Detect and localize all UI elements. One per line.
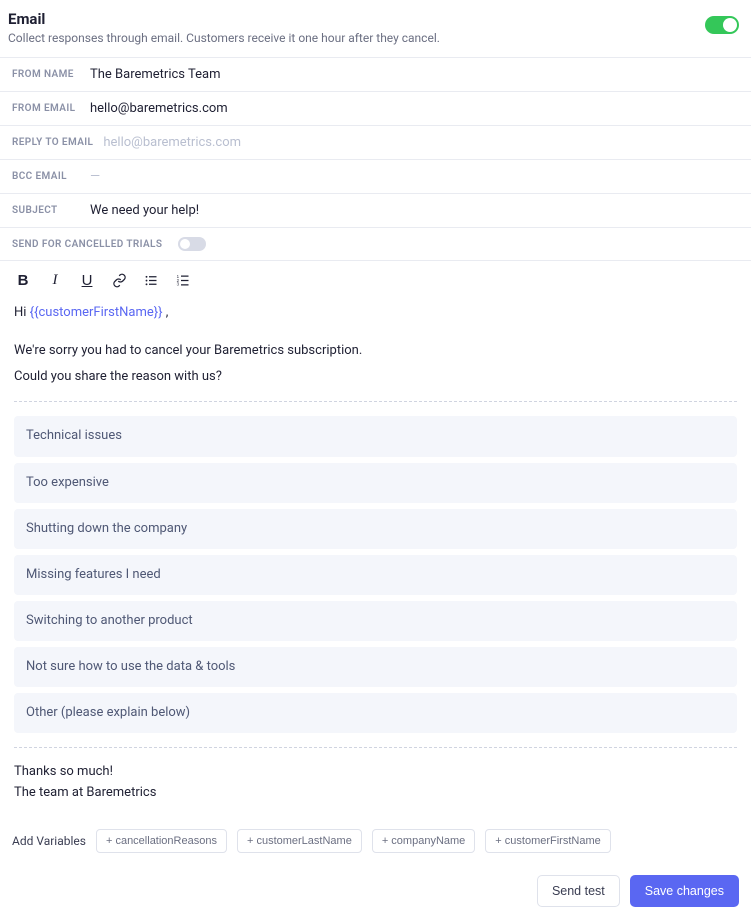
closing-line-1: Thanks so much! <box>14 762 737 782</box>
bcc-label: BCC EMAIL <box>12 171 80 182</box>
footer-actions: Send test Save changes <box>0 869 751 923</box>
numbered-list-icon: 1 2 3 <box>176 273 191 288</box>
email-body-editor[interactable]: Hi {{customerFirstName}} , We're sorry y… <box>0 295 751 819</box>
subject-label: SUBJECT <box>12 205 80 216</box>
intro-line-2: Could you share the reason with us? <box>14 367 737 387</box>
reason-item[interactable]: Shutting down the company <box>14 509 737 549</box>
subject-row[interactable]: SUBJECT We need your help! <box>0 193 751 227</box>
greeting-prefix: Hi <box>14 305 30 320</box>
from-name-value[interactable]: The Baremetrics Team <box>90 67 739 82</box>
bullet-list-icon <box>144 273 159 288</box>
reply-to-row[interactable]: REPLY TO EMAIL hello@baremetrics.com <box>0 125 751 159</box>
reason-item[interactable]: Other (please explain below) <box>14 693 737 733</box>
var-cancellation-reasons[interactable]: + cancellationReasons <box>96 829 227 853</box>
page-subtitle: Collect responses through email. Custome… <box>8 31 440 45</box>
bcc-row[interactable]: BCC EMAIL — <box>0 159 751 193</box>
send-test-button[interactable]: Send test <box>537 875 620 907</box>
from-email-row[interactable]: FROM EMAIL hello@baremetrics.com <box>0 91 751 125</box>
reason-item[interactable]: Missing features I need <box>14 555 737 595</box>
subject-value[interactable]: We need your help! <box>90 203 739 218</box>
link-button[interactable] <box>110 271 128 289</box>
var-company-name[interactable]: + companyName <box>372 829 475 853</box>
var-customer-last-name[interactable]: + customerLastName <box>237 829 362 853</box>
reason-item[interactable]: Switching to another product <box>14 601 737 641</box>
from-email-label: FROM EMAIL <box>12 103 80 114</box>
divider-top <box>14 401 737 402</box>
from-name-label: FROM NAME <box>12 69 80 80</box>
greeting-variable: {{customerFirstName}} <box>30 305 163 320</box>
reason-list: Technical issues Too expensive Shutting … <box>14 416 737 733</box>
greeting-line: Hi {{customerFirstName}} , <box>14 303 737 323</box>
bullet-list-button[interactable] <box>142 271 160 289</box>
reply-to-label: REPLY TO EMAIL <box>12 137 93 148</box>
reason-item[interactable]: Too expensive <box>14 463 737 503</box>
intro-line-1: We're sorry you had to cancel your Barem… <box>14 341 737 361</box>
reason-item[interactable]: Technical issues <box>14 416 737 456</box>
save-changes-button[interactable]: Save changes <box>630 875 739 907</box>
greeting-suffix: , <box>163 305 169 320</box>
var-customer-first-name[interactable]: + customerFirstName <box>485 829 610 853</box>
from-email-value[interactable]: hello@baremetrics.com <box>90 101 739 116</box>
variables-row: Add Variables + cancellationReasons + cu… <box>0 819 751 869</box>
bcc-value[interactable]: — <box>90 169 739 184</box>
editor-toolbar: B I U 1 2 3 <box>0 261 751 295</box>
svg-text:3: 3 <box>176 281 179 286</box>
email-enabled-toggle[interactable] <box>705 16 739 34</box>
from-name-row[interactable]: FROM NAME The Baremetrics Team <box>0 57 751 91</box>
send-cancelled-row: SEND FOR CANCELLED TRIALS <box>0 227 751 261</box>
page-title: Email <box>8 10 440 28</box>
reply-to-placeholder[interactable]: hello@baremetrics.com <box>103 135 739 150</box>
link-icon <box>112 273 127 288</box>
variables-label: Add Variables <box>12 834 86 848</box>
bold-button[interactable]: B <box>14 271 32 289</box>
numbered-list-button[interactable]: 1 2 3 <box>174 271 192 289</box>
italic-button[interactable]: I <box>46 271 64 289</box>
underline-button[interactable]: U <box>78 271 96 289</box>
send-cancelled-toggle[interactable] <box>178 237 206 251</box>
divider-bottom <box>14 747 737 748</box>
closing-line-2: The team at Baremetrics <box>14 783 737 803</box>
send-cancelled-label: SEND FOR CANCELLED TRIALS <box>12 239 162 250</box>
reason-item[interactable]: Not sure how to use the data & tools <box>14 647 737 687</box>
